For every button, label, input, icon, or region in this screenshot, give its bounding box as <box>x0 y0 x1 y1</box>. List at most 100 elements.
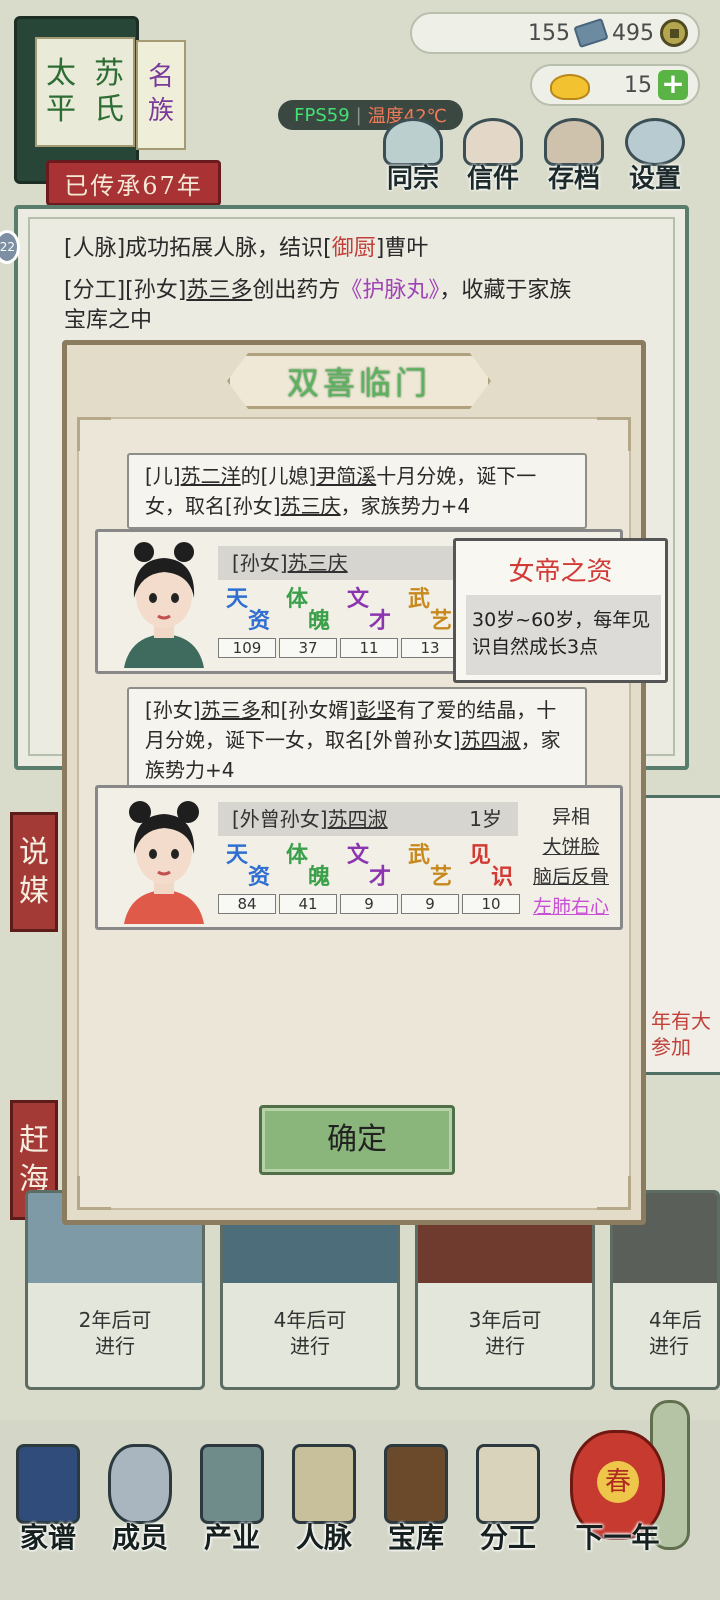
dialog-title-plate: 双喜临门 <box>227 353 491 409</box>
trait-item[interactable]: 脑后反骨 <box>526 862 616 892</box>
msg-text: [孙女] <box>145 698 201 722</box>
person-link[interactable]: 苏三多 <box>201 698 261 722</box>
letters-label: 信件 <box>466 164 519 194</box>
pavilion-icon <box>200 1444 264 1524</box>
clan-label: 同宗 <box>386 164 439 194</box>
letters-button[interactable]: 信件 <box>452 118 534 198</box>
log-text: [分工][孙女] <box>64 278 187 303</box>
family-book[interactable]: 太 平 苏 氏 名 族 已传承67年 <box>8 10 221 206</box>
attr-value: 13 <box>401 638 459 658</box>
activity-cooldown: 4年后可 进行 <box>273 1308 347 1358</box>
log-item-name[interactable]: 《护脉丸》 <box>340 278 439 303</box>
next-year-button[interactable]: 下一年 <box>560 1440 675 1570</box>
nav-members[interactable]: 成员 <box>94 1440 186 1570</box>
corner-ornament <box>77 417 111 451</box>
person-link[interactable]: 尹简溪 <box>316 464 376 488</box>
family-rank-tag: 名 族 <box>136 40 186 150</box>
attr-value: 11 <box>340 638 398 658</box>
nav-label: 人脉 <box>295 1521 352 1554</box>
confirm-button[interactable]: 确定 <box>259 1105 455 1175</box>
attr-char: 武 <box>408 842 431 868</box>
attr-char: 识 <box>490 864 513 890</box>
event-card-line: 参加 <box>651 1035 691 1059</box>
jade-icon <box>573 17 609 49</box>
attr-literacy: 文才 <box>339 588 399 642</box>
attr-char: 魄 <box>307 864 330 890</box>
character-name[interactable]: 苏四淑 <box>328 807 388 831</box>
log-entry: [人脉]成功拓展人脉，结识[御厨]曹叶 <box>64 233 428 265</box>
gold-bar: 15 + <box>530 64 700 106</box>
attr-char: 艺 <box>429 864 452 890</box>
attr-char: 才 <box>368 864 391 890</box>
corner-ornament <box>77 1176 111 1210</box>
nav-genealogy[interactable]: 家谱 <box>2 1440 94 1570</box>
rank-char: 族 <box>147 96 174 126</box>
character-name[interactable]: 苏三庆 <box>288 551 348 575</box>
msg-text: ，家族势力+4 <box>340 494 471 518</box>
settings-label: 设置 <box>628 164 681 194</box>
newborn-card[interactable]: [外曾孙女]苏四淑 1岁 天资 体魄 文才 武艺 见识 84 41 9 9 10… <box>95 785 623 930</box>
person-link[interactable]: 苏四淑 <box>461 728 521 752</box>
nav-industry[interactable]: 产业 <box>186 1440 278 1570</box>
person-link[interactable]: 苏三庆 <box>281 494 341 518</box>
attr-value: 37 <box>279 638 337 658</box>
jade-count: 155 <box>528 20 570 46</box>
settings-button[interactable]: 设置 <box>614 118 696 198</box>
coin-icon <box>660 19 688 47</box>
side-label-char: 赶 <box>19 1123 49 1158</box>
event-card-line: 年有大 <box>651 1009 711 1033</box>
corner-ornament <box>597 417 631 451</box>
msg-text: 的[儿媳] <box>240 464 317 488</box>
nav-treasury[interactable]: 宝库 <box>370 1440 462 1570</box>
age-label: 1岁 <box>469 807 502 831</box>
attr-char: 武 <box>408 586 431 612</box>
bottom-nav: 家谱 成员 产业 人脉 宝库 分工 下一年 <box>0 1400 720 1600</box>
gold-ingot-icon <box>550 74 590 100</box>
network-icon <box>292 1444 356 1524</box>
activity-cooldown: 3年后可 进行 <box>468 1308 542 1358</box>
nav-division[interactable]: 分工 <box>462 1440 554 1570</box>
log-person-link[interactable]: 苏三多 <box>186 278 252 303</box>
heritage-banner: 已传承67年 <box>46 160 221 206</box>
person-link[interactable]: 苏二洋 <box>181 464 241 488</box>
activity-cooldown: 2年后可 进行 <box>78 1308 152 1358</box>
name-bar: [外曾孙女]苏四淑 1岁 <box>218 802 518 836</box>
add-gold-button[interactable]: + <box>658 70 688 100</box>
attr-char: 天 <box>226 586 249 612</box>
portrait-avatar <box>124 542 204 668</box>
save-button[interactable]: 存档 <box>533 118 615 198</box>
attr-char: 体 <box>286 842 309 868</box>
msg-text: [儿] <box>145 464 181 488</box>
nav-label: 分工 <box>479 1521 536 1554</box>
attr-martial: 武艺 <box>400 844 460 898</box>
event-card-right[interactable]: 年有大 参加 <box>640 795 720 1075</box>
attr-char: 资 <box>247 864 270 890</box>
gold-count: 15 <box>624 72 652 98</box>
tooltip-title: 女帝之资 <box>508 557 613 587</box>
attr-value: 84 <box>218 894 276 914</box>
trait-item[interactable]: 左肺右心 <box>526 892 616 922</box>
log-text: [人脉]成功拓展人脉，结识[ <box>64 236 332 261</box>
attr-value: 9 <box>340 894 398 914</box>
side-label-char: 媒 <box>19 874 49 909</box>
family-title-char: 太 <box>46 56 76 91</box>
matchmaker-button[interactable]: 说 媒 <box>10 812 58 932</box>
attr-char: 资 <box>247 608 270 634</box>
save-label: 存档 <box>547 164 600 194</box>
log-entry: [分工][孙女]苏三多创出药方《护脉丸》，收藏于家族 <box>64 275 571 307</box>
attr-literacy: 文才 <box>339 844 399 898</box>
trait-header: 异相 <box>551 806 590 828</box>
nav-label: 产业 <box>203 1521 260 1554</box>
clan-button[interactable]: 同宗 <box>372 118 454 198</box>
trait-item[interactable]: 大饼脸 <box>526 832 616 862</box>
chest-icon <box>384 1444 448 1524</box>
activity-cooldown: 4年后 进行 <box>649 1308 702 1358</box>
nav-label: 宝库 <box>387 1521 444 1554</box>
dialog-title: 双喜临门 <box>286 364 431 402</box>
family-book-cover: 太 平 苏 氏 <box>14 16 139 184</box>
trait-tooltip: 女帝之资 30岁~60岁，每年见识自然成长3点 <box>453 538 668 683</box>
nav-connections[interactable]: 人脉 <box>278 1440 370 1570</box>
person-link[interactable]: 彭坚 <box>356 698 396 722</box>
birth-message: [孙女]苏三多和[孙女婿]彭坚有了爱的结晶，十月分娩，诞下一女，取名[外曾孙女]… <box>127 687 587 793</box>
side-label-char: 说 <box>19 835 49 870</box>
